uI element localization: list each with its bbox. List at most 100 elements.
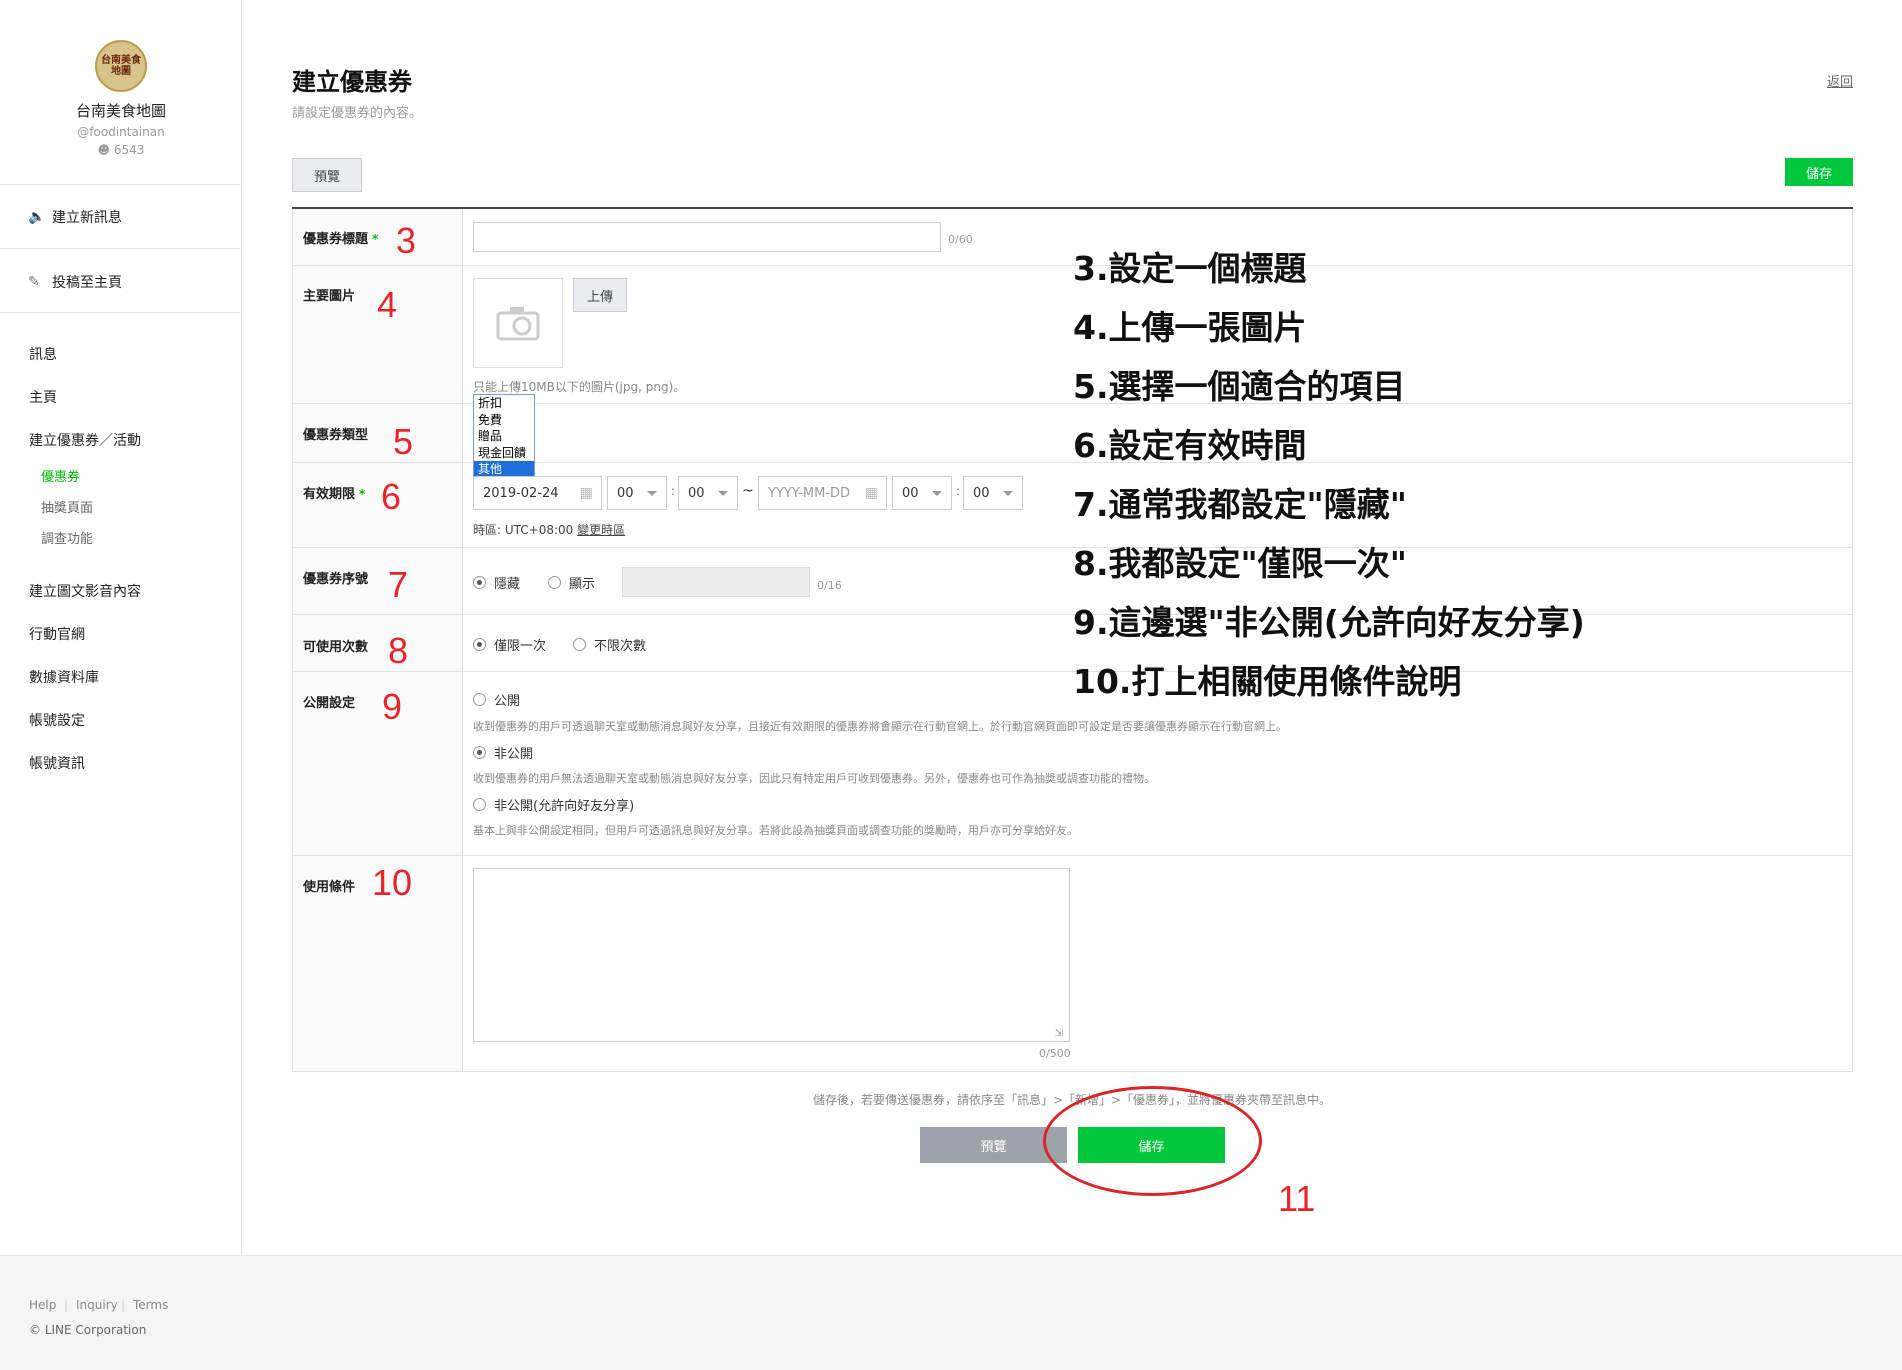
footer-separator: | bbox=[64, 1298, 69, 1312]
required-mark: * bbox=[372, 232, 379, 246]
public-description: 收到優惠券的用戶可透過聊天室或動態消息與好友分享，且接近有效期限的優惠券將會顯示… bbox=[473, 720, 1287, 733]
follower-count-value: 6543 bbox=[113, 143, 145, 157]
instruction-step: 8.我都設定"僅限一次" bbox=[1073, 544, 1407, 583]
serial-input-disabled bbox=[622, 567, 810, 597]
sidebar-subitem-lottery[interactable]: 抽獎頁面 bbox=[41, 497, 93, 516]
timezone-text: 時區: UTC+08:00 bbox=[473, 523, 574, 537]
page-title: 建立優惠券 bbox=[292, 68, 412, 96]
sidebar-item-rich-content[interactable]: 建立圖文影音內容 bbox=[29, 581, 141, 601]
annotation-10: 10 bbox=[372, 862, 413, 903]
divider bbox=[0, 184, 242, 185]
instruction-step: 5.選擇一個適合的項目 bbox=[1073, 367, 1406, 406]
sidebar-item-account-settings[interactable]: 帳號設定 bbox=[29, 710, 85, 730]
account-name: 台南美食地圖 bbox=[75, 102, 166, 120]
end-date-placeholder: YYYY-MM-DD bbox=[768, 485, 851, 501]
private-share-radio[interactable]: 非公開(允許向好友分享) bbox=[473, 795, 634, 814]
account-id: @foodintainan bbox=[77, 125, 165, 139]
private-label: 非公開 bbox=[494, 747, 534, 762]
serial-show-label: 顯示 bbox=[569, 577, 596, 592]
end-minute-value: 00 bbox=[973, 485, 990, 501]
create-message-button[interactable]: 🔈 建立新訊息 bbox=[28, 207, 122, 227]
image-placeholder[interactable] bbox=[473, 278, 563, 368]
edit-icon: ✎ bbox=[28, 274, 40, 290]
coupon-type-label: 優惠券類型 bbox=[303, 428, 369, 443]
private-description: 收到優惠券的用戶無法透過聊天室或動態消息與好友分享，因此只有特定用戶可收到優惠券… bbox=[473, 772, 1155, 785]
radio-dot bbox=[473, 576, 486, 589]
serial-show-radio[interactable]: 顯示 bbox=[548, 573, 595, 592]
save-button-top[interactable]: 儲存 bbox=[1785, 158, 1853, 186]
end-hour-value: 00 bbox=[902, 485, 919, 501]
end-hour-select[interactable]: 00 bbox=[892, 476, 952, 510]
instruction-step: 6.設定有效時間 bbox=[1073, 426, 1307, 465]
start-minute-value: 00 bbox=[688, 485, 705, 501]
radio-dot bbox=[473, 798, 486, 811]
sidebar-item-database[interactable]: 數據資料庫 bbox=[29, 667, 99, 687]
radio-dot bbox=[473, 638, 486, 651]
copyright: © LINE Corporation bbox=[29, 1323, 147, 1337]
create-message-label: 建立新訊息 bbox=[52, 210, 122, 226]
annotation-4: 4 bbox=[377, 284, 398, 325]
start-date-input[interactable]: 2019-02-24 ▦ bbox=[473, 476, 602, 510]
annotation-6: 6 bbox=[381, 476, 402, 517]
footer-help-link[interactable]: Help bbox=[29, 1298, 56, 1312]
row-divider bbox=[293, 855, 1852, 856]
form-left-border bbox=[292, 209, 293, 1071]
radio-dot bbox=[548, 576, 561, 589]
sidebar-item-official-site[interactable]: 行動官網 bbox=[29, 624, 85, 644]
annotation-9: 9 bbox=[382, 686, 403, 727]
time-colon: : bbox=[956, 484, 961, 498]
upload-button[interactable]: 上傳 bbox=[573, 278, 627, 312]
chevron-down-icon bbox=[932, 491, 942, 496]
follower-count: ☻ 6543 bbox=[0, 143, 242, 157]
required-mark: * bbox=[359, 487, 366, 501]
serial-hide-radio[interactable]: 隱藏 bbox=[473, 573, 520, 592]
usage-once-label: 僅限一次 bbox=[494, 639, 547, 654]
back-link[interactable]: 返回 bbox=[1827, 71, 1853, 90]
terms-textarea[interactable]: ⇲ bbox=[473, 868, 1070, 1042]
post-to-home-button[interactable]: ✎ 投稿至主頁 bbox=[28, 272, 122, 292]
coupon-type-option[interactable]: 折扣 bbox=[474, 395, 534, 412]
change-timezone-link[interactable]: 變更時區 bbox=[577, 523, 625, 537]
valid-period-label-text: 有效期限 bbox=[303, 487, 356, 502]
sidebar-item-coupon-event[interactable]: 建立優惠券／活動 bbox=[29, 430, 141, 450]
sidebar-item-home[interactable]: 主頁 bbox=[29, 387, 57, 407]
usage-unlimited-radio[interactable]: 不限次數 bbox=[573, 635, 646, 654]
chevron-down-icon bbox=[647, 491, 657, 496]
usage-count-label: 可使用次數 bbox=[303, 640, 369, 655]
coupon-type-listbox[interactable]: 折扣 免費 贈品 現金回饋 其他 bbox=[473, 394, 535, 479]
annotation-3: 3 bbox=[396, 220, 417, 261]
preview-button-top[interactable]: 預覽 bbox=[292, 158, 362, 192]
footer-terms-link[interactable]: Terms bbox=[133, 1298, 168, 1312]
serial-counter: 0/16 bbox=[817, 579, 842, 592]
instruction-step: 4.上傳一張圖片 bbox=[1073, 308, 1307, 347]
terms-label: 使用條件 bbox=[303, 880, 356, 895]
sidebar-subitem-survey[interactable]: 調查功能 bbox=[41, 528, 93, 547]
private-radio[interactable]: 非公開 bbox=[473, 743, 533, 762]
divider bbox=[0, 312, 242, 313]
radio-dot bbox=[573, 638, 586, 651]
visibility-label: 公開設定 bbox=[303, 696, 356, 711]
coupon-type-option[interactable]: 免費 bbox=[474, 412, 534, 429]
coupon-type-option[interactable]: 現金回饋 bbox=[474, 445, 534, 462]
start-date-value: 2019-02-24 bbox=[483, 485, 559, 501]
sidebar-item-account-info[interactable]: 帳號資訊 bbox=[29, 753, 85, 773]
sidebar-item-messages[interactable]: 訊息 bbox=[29, 344, 57, 364]
sidebar-subitem-coupon[interactable]: 優惠券 bbox=[41, 466, 80, 485]
start-hour-select[interactable]: 00 bbox=[607, 476, 667, 510]
footer bbox=[0, 1255, 1902, 1370]
annotation-11: 11 bbox=[1278, 1178, 1316, 1219]
end-minute-select[interactable]: 00 bbox=[963, 476, 1023, 510]
coupon-title-input[interactable] bbox=[473, 222, 941, 252]
end-date-input[interactable]: YYYY-MM-DD ▦ bbox=[758, 476, 887, 510]
private-share-label: 非公開(允許向好友分享) bbox=[494, 799, 635, 814]
usage-once-radio[interactable]: 僅限一次 bbox=[473, 635, 546, 654]
footer-inquiry-link[interactable]: Inquiry bbox=[76, 1298, 118, 1312]
instruction-step: 10.打上相關使用條件說明 bbox=[1073, 662, 1462, 701]
resize-handle-icon[interactable]: ⇲ bbox=[1055, 1028, 1063, 1039]
start-minute-select[interactable]: 00 bbox=[678, 476, 738, 510]
coupon-serial-label: 優惠券序號 bbox=[303, 572, 369, 587]
coupon-type-option[interactable]: 贈品 bbox=[474, 428, 534, 445]
public-radio[interactable]: 公開 bbox=[473, 690, 520, 709]
account-avatar[interactable]: 台南美食地圖 bbox=[95, 40, 147, 92]
terms-counter: 0/500 bbox=[1039, 1047, 1071, 1060]
